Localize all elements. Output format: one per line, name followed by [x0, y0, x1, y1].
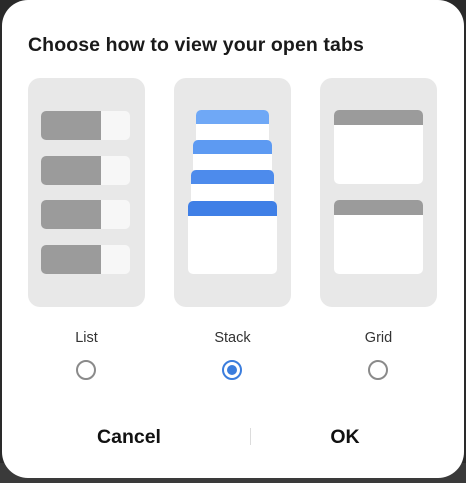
- ok-button[interactable]: OK: [234, 418, 456, 456]
- stack-layer-bar: [188, 201, 277, 216]
- stack-view-preview[interactable]: [174, 78, 291, 307]
- grid-view-preview[interactable]: [320, 78, 437, 307]
- list-view-preview[interactable]: [28, 78, 145, 307]
- cancel-button[interactable]: Cancel: [22, 418, 236, 456]
- stack-radio-button[interactable]: [222, 360, 242, 380]
- grid-preview-tile: [334, 110, 423, 184]
- list-preview-row: [41, 200, 130, 229]
- grid-radio-button[interactable]: [368, 360, 388, 380]
- list-row-thumbnail: [41, 111, 101, 140]
- list-row-thumbnail: [41, 156, 101, 185]
- stack-layer-bar: [193, 140, 272, 154]
- stack-preview-front: [188, 201, 277, 274]
- stack-preview-layer: [193, 140, 272, 170]
- list-radio-button[interactable]: [76, 360, 96, 380]
- list-preview-row: [41, 111, 130, 140]
- stack-layer-bar: [196, 110, 269, 124]
- stack-preview-layer: [191, 170, 274, 201]
- grid-tile-bar: [334, 110, 423, 125]
- stack-option-label: Stack: [214, 330, 251, 346]
- list-preview-row: [41, 156, 130, 185]
- grid-preview-tile: [334, 200, 423, 274]
- list-row-thumbnail: [41, 200, 101, 229]
- stack-layer-bar: [191, 170, 274, 184]
- tab-view-dialog: Choose how to view your open tabs List S…: [2, 0, 464, 478]
- list-option-label: List: [75, 330, 98, 346]
- list-row-thumbnail: [41, 245, 101, 274]
- stack-preview-layer: [196, 110, 269, 140]
- grid-tile-bar: [334, 200, 423, 215]
- grid-option-label: Grid: [364, 330, 393, 346]
- list-preview-row: [41, 245, 130, 274]
- dialog-title: Choose how to view your open tabs: [28, 34, 364, 56]
